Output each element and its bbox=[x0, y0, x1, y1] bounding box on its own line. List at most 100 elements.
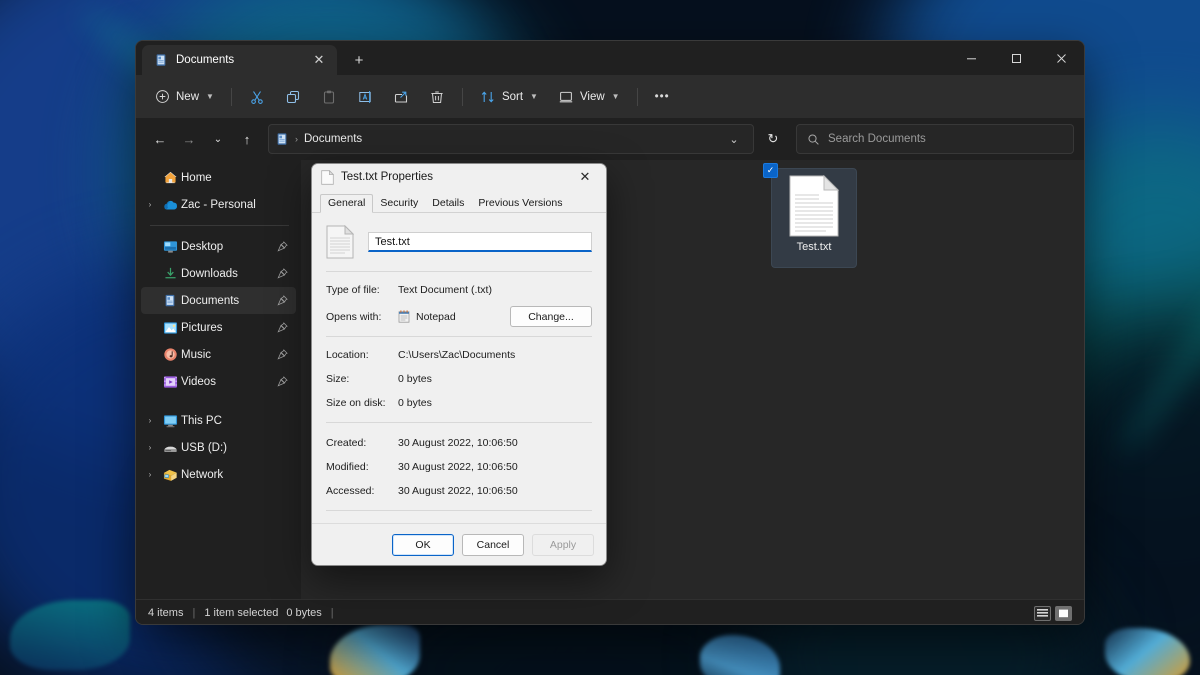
sort-icon bbox=[480, 89, 496, 105]
up-button[interactable]: ↑ bbox=[233, 125, 261, 153]
file-item-test-txt[interactable]: ✓ Test.txt bbox=[763, 163, 857, 268]
selection-size-label: 0 bytes bbox=[286, 607, 322, 619]
breadcrumb[interactable]: › Documents bbox=[295, 133, 362, 145]
sidebar-item-pictures[interactable]: Pictures bbox=[141, 314, 296, 341]
expand-chevron-icon[interactable]: › bbox=[141, 200, 159, 209]
sidebar-item-home[interactable]: Home bbox=[141, 164, 296, 191]
search-input[interactable] bbox=[828, 133, 1063, 145]
sidebar-item-label: Desktop bbox=[181, 240, 224, 253]
dialog-close-icon[interactable]: ✕ bbox=[570, 164, 600, 190]
sidebar-item-label: Music bbox=[181, 348, 212, 361]
sidebar-item-label: Downloads bbox=[181, 267, 238, 280]
dialog-tab-general[interactable]: General bbox=[320, 194, 374, 213]
ok-button[interactable]: OK bbox=[392, 533, 454, 556]
close-button[interactable] bbox=[1039, 41, 1084, 75]
copy-button[interactable] bbox=[276, 81, 310, 112]
forward-button[interactable]: → bbox=[175, 125, 203, 153]
share-button[interactable] bbox=[384, 81, 418, 112]
field-label: Modified: bbox=[326, 460, 369, 473]
tab-documents[interactable]: Documents ✕ bbox=[142, 45, 337, 75]
filename-input[interactable]: Test.txt bbox=[368, 232, 592, 252]
sidebar-item-videos[interactable]: Videos bbox=[141, 368, 296, 395]
sidebar-item-music[interactable]: Music bbox=[141, 341, 296, 368]
home-icon bbox=[159, 170, 181, 185]
field-size-on-disk: Size on disk: 0 bytes bbox=[326, 395, 592, 410]
share-icon bbox=[393, 89, 409, 105]
tab-label: Documents bbox=[176, 54, 235, 66]
back-button[interactable]: ← bbox=[146, 125, 174, 153]
expand-chevron-icon[interactable]: › bbox=[141, 416, 159, 425]
close-tab-icon[interactable]: ✕ bbox=[309, 50, 329, 70]
onedrive-icon bbox=[159, 198, 181, 212]
field-value: 30 August 2022, 10:06:50 bbox=[398, 460, 518, 473]
sidebar-item-this-pc[interactable]: › This PC bbox=[141, 407, 296, 434]
dialog-tab-security[interactable]: Security bbox=[373, 195, 425, 212]
address-bar-actions: ⌄ bbox=[721, 126, 747, 152]
dialog-tab-details[interactable]: Details bbox=[425, 195, 471, 212]
new-button[interactable]: New ▼ bbox=[146, 81, 223, 112]
address-bar[interactable]: › Documents ⌄ bbox=[268, 124, 754, 154]
field-value: 0 bytes bbox=[398, 372, 432, 385]
dialog-tab-previous-versions[interactable]: Previous Versions bbox=[471, 195, 569, 212]
paste-icon bbox=[321, 89, 337, 105]
refresh-button[interactable]: ↻ bbox=[759, 125, 787, 153]
maximize-button[interactable] bbox=[994, 41, 1039, 75]
minimize-button[interactable] bbox=[949, 41, 994, 75]
sidebar-item-usb-d[interactable]: › USB (D:) bbox=[141, 434, 296, 461]
notepad-icon bbox=[398, 310, 410, 323]
field-location: Location: C:\Users\Zac\Documents bbox=[326, 347, 592, 362]
address-dropdown-button[interactable]: ⌄ bbox=[721, 126, 747, 152]
rename-button[interactable] bbox=[348, 81, 382, 112]
selection-checkbox[interactable]: ✓ bbox=[763, 163, 778, 178]
field-size: Size: 0 bytes bbox=[326, 371, 592, 386]
paste-button[interactable] bbox=[312, 81, 346, 112]
view-label: View bbox=[579, 90, 605, 103]
field-value: 30 August 2022, 10:06:50 bbox=[398, 484, 518, 497]
toolbar-separator bbox=[230, 87, 232, 106]
desktop-icon bbox=[159, 240, 181, 254]
sidebar-item-documents[interactable]: Documents bbox=[141, 287, 296, 314]
sidebar-item-zac-personal[interactable]: › Zac - Personal bbox=[141, 191, 296, 218]
sidebar-item-label: Videos bbox=[181, 375, 216, 388]
field-created: Created: 30 August 2022, 10:06:50 bbox=[326, 435, 592, 450]
field-accessed: Accessed: 30 August 2022, 10:06:50 bbox=[326, 483, 592, 498]
pictures-icon bbox=[159, 321, 181, 335]
new-tab-button[interactable]: + bbox=[345, 46, 373, 74]
field-value-wrapper: Notepad bbox=[398, 310, 456, 323]
sidebar-item-network[interactable]: › Network bbox=[141, 461, 296, 488]
cut-button[interactable] bbox=[240, 81, 274, 112]
breadcrumb-separator: › bbox=[295, 134, 298, 144]
window-body: Home › Zac - Personal Desktop Downloads Docum… bbox=[136, 160, 1084, 599]
field-modified: Modified: 30 August 2022, 10:06:50 bbox=[326, 459, 592, 474]
divider bbox=[326, 336, 592, 337]
expand-chevron-icon[interactable]: › bbox=[141, 470, 159, 479]
sort-button[interactable]: Sort ▼ bbox=[471, 81, 547, 112]
file-icon bbox=[321, 169, 334, 185]
field-label: Accessed: bbox=[326, 484, 375, 497]
status-separator: | bbox=[192, 607, 196, 619]
sidebar-item-label: USB (D:) bbox=[181, 441, 227, 454]
dialog-tab-strip: General Security Details Previous Versions bbox=[312, 194, 606, 213]
plus-circle-icon bbox=[155, 89, 170, 104]
properties-dialog: Test.txt Properties ✕ General Security Det… bbox=[311, 163, 607, 566]
expand-chevron-icon[interactable]: › bbox=[141, 443, 159, 452]
dialog-title: Test.txt Properties bbox=[341, 171, 434, 183]
search-box[interactable] bbox=[796, 124, 1074, 154]
delete-button[interactable] bbox=[420, 81, 454, 112]
folder-icon bbox=[154, 53, 168, 67]
rename-icon bbox=[357, 89, 373, 105]
breadcrumb-documents[interactable]: Documents bbox=[304, 133, 362, 145]
details-view-button[interactable] bbox=[1034, 605, 1051, 621]
large-icons-view-button[interactable] bbox=[1055, 605, 1072, 621]
sidebar-item-downloads[interactable]: Downloads bbox=[141, 260, 296, 287]
view-button[interactable]: View ▼ bbox=[549, 81, 629, 112]
change-button[interactable]: Change... bbox=[510, 306, 592, 327]
dialog-footer: OK Cancel Apply bbox=[312, 523, 606, 565]
file-explorer-window: Documents ✕ + New ▼ Sort ▼ View ▼ ••• ← … bbox=[135, 40, 1085, 625]
apply-button[interactable]: Apply bbox=[532, 533, 594, 556]
sidebar-item-desktop[interactable]: Desktop bbox=[141, 233, 296, 260]
filename-value: Test.txt bbox=[375, 235, 410, 248]
more-options-button[interactable]: ••• bbox=[646, 81, 679, 112]
cancel-button[interactable]: Cancel bbox=[462, 533, 524, 556]
recent-locations-button[interactable]: ⌄ bbox=[204, 125, 232, 153]
